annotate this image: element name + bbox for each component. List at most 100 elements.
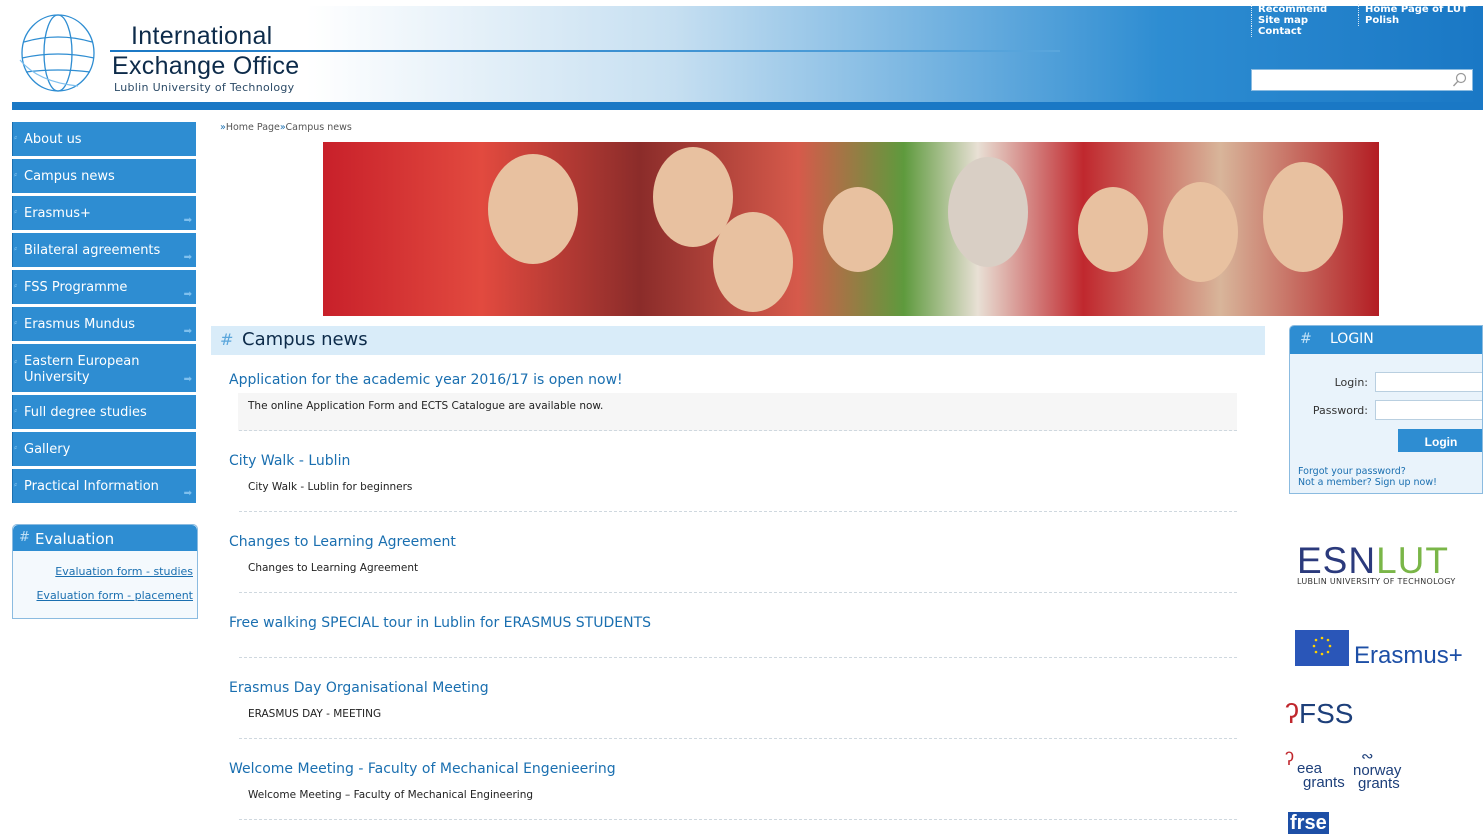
evaluation-title: Evaluation <box>35 530 115 548</box>
submenu-arrow-icon: ➡ <box>183 488 192 499</box>
nav-bullet-icon: ⸗ <box>14 443 17 453</box>
sidebar-item-label: About us <box>24 132 82 147</box>
login-header: # LOGIN <box>1290 326 1482 354</box>
news-divider <box>239 819 1237 820</box>
evaluation-header: # Evaluation <box>13 525 197 551</box>
sidebar-item-practical-information[interactable]: ⸗ Practical Information ➡ <box>12 469 196 503</box>
nav-bullet-icon: ⸗ <box>14 318 17 328</box>
submenu-arrow-icon: ➡ <box>183 289 192 300</box>
nav-bullet-icon: ⸗ <box>14 244 17 254</box>
signup-link[interactable]: Not a member? Sign up now! <box>1298 477 1437 488</box>
sidebar-item-bilateral-agreements[interactable]: ⸗ Bilateral agreements ➡ <box>12 233 196 267</box>
esn-lut-text: LUT <box>1376 540 1449 581</box>
news-item: Changes to Learning Agreement Changes to… <box>229 534 1237 593</box>
login-button[interactable]: Login <box>1398 429 1482 452</box>
news-title-link[interactable]: Erasmus Day Organisational Meeting <box>229 680 1237 696</box>
sidebar-item-label: Bilateral agreements <box>24 243 161 258</box>
news-title-link[interactable]: Welcome Meeting - Faculty of Mechanical … <box>229 761 1237 777</box>
banner-face <box>1078 187 1148 272</box>
sidebar-item-fss-programme[interactable]: ⸗ FSS Programme ➡ <box>12 270 196 304</box>
submenu-arrow-icon: ➡ <box>183 374 192 385</box>
site-title-line2[interactable]: Exchange Office <box>112 52 299 81</box>
erasmus-plus-logo[interactable]: Erasmus+ <box>1354 642 1463 670</box>
sidebar-item-label: FSS Programme <box>24 280 128 295</box>
norway-grants-text: grants <box>1358 775 1400 792</box>
news-description: ERASMUS DAY - MEETING <box>248 708 382 720</box>
nav-bullet-icon: ⸗ <box>14 480 17 490</box>
evaluation-placement-link[interactable]: Evaluation form - placement <box>13 589 197 602</box>
frse-logo[interactable]: frse <box>1288 812 1329 835</box>
sidebar-item-gallery[interactable]: ⸗ Gallery <box>12 432 196 466</box>
eea-mark-icon: ʔ <box>1285 749 1294 769</box>
header-bottom-bar <box>12 102 1483 110</box>
sidebar-item-full-degree-studies[interactable]: ⸗ Full degree studies <box>12 395 196 429</box>
login-links: Forgot your password? Not a member? Sign… <box>1298 466 1437 488</box>
sidebar-nav: ⸗ About us ⸗ Campus news ⸗ Erasmus+ ➡ ⸗ … <box>12 122 196 506</box>
sidebar-item-label: Full degree studies <box>24 405 147 420</box>
esn-subtitle: LUBLIN UNIVERSITY OF TECHNOLOGY <box>1297 577 1456 586</box>
news-description: City Walk - Lublin for beginners <box>248 481 413 493</box>
login-field[interactable] <box>1375 372 1482 392</box>
site-title-line1[interactable]: International <box>131 22 273 51</box>
banner-face <box>488 154 578 264</box>
frse-logo-text: frse <box>1288 812 1329 834</box>
eu-flag-icon[interactable] <box>1295 630 1349 666</box>
home-page-lut-link[interactable]: Home Page of LUT <box>1358 4 1468 15</box>
hash-icon: # <box>19 530 30 545</box>
login-title: LOGIN <box>1330 331 1374 347</box>
sidebar-item-campus-news[interactable]: ⸗ Campus news <box>12 159 196 193</box>
nav-bullet-icon: ⸗ <box>14 207 17 217</box>
hash-icon: # <box>220 330 234 349</box>
esn-logo-text: ESN <box>1297 540 1377 581</box>
news-title-link[interactable]: Changes to Learning Agreement <box>229 534 1237 550</box>
sidebar-item-label: Campus news <box>24 169 115 184</box>
banner-face <box>713 212 793 312</box>
news-title-link[interactable]: Application for the academic year 2016/1… <box>229 372 1237 388</box>
breadcrumb-current: Campus news <box>285 122 352 133</box>
news-item: Free walking SPECIAL tour in Lublin for … <box>229 615 1237 658</box>
polish-language-link[interactable]: Polish <box>1358 15 1468 26</box>
nav-bullet-icon: ⸗ <box>14 406 17 416</box>
fss-logo[interactable]: ʔFSS <box>1285 698 1353 730</box>
submenu-arrow-icon: ➡ <box>183 252 192 263</box>
eea-grants-text: grants <box>1303 774 1345 791</box>
news-title-link[interactable]: Free walking SPECIAL tour in Lublin for … <box>229 615 1237 631</box>
nav-bullet-icon: ⸗ <box>14 133 17 143</box>
login-panel: # LOGIN Login: Password: Login Forgot yo… <box>1289 325 1483 494</box>
site-map-link[interactable]: Site map <box>1251 15 1327 26</box>
banner-face <box>948 157 1028 267</box>
breadcrumb: »Home Page»Campus news <box>220 122 352 133</box>
password-field[interactable] <box>1375 400 1482 420</box>
evaluation-studies-link[interactable]: Evaluation form - studies <box>13 565 197 578</box>
sidebar-item-label: Erasmus Mundus <box>24 317 136 332</box>
news-item: Erasmus Day Organisational Meeting ERASM… <box>229 680 1237 739</box>
news-divider <box>239 430 1237 431</box>
news-divider <box>239 738 1237 739</box>
sidebar-item-label: Eastern European University <box>24 354 140 385</box>
submenu-arrow-icon: ➡ <box>183 215 192 226</box>
news-divider <box>239 511 1237 512</box>
news-title-link[interactable]: City Walk - Lublin <box>229 453 1237 469</box>
section-title: Campus news <box>242 329 368 350</box>
news-divider <box>239 657 1237 658</box>
breadcrumb-home-link[interactable]: Home Page <box>226 122 280 133</box>
contact-link[interactable]: Contact <box>1251 26 1327 37</box>
sidebar-item-erasmus-mundus[interactable]: ⸗ Erasmus Mundus ➡ <box>12 307 196 341</box>
hash-icon: # <box>1300 331 1312 347</box>
sidebar-item-label: Practical Information <box>24 479 159 494</box>
esn-lut-logo[interactable]: ESNLUT <box>1297 540 1449 582</box>
sidebar-item-label: Gallery <box>24 442 71 457</box>
forgot-password-link[interactable]: Forgot your password? <box>1298 466 1437 477</box>
news-description: Welcome Meeting – Faculty of Mechanical … <box>248 789 534 801</box>
recommend-link[interactable]: Recommend <box>1251 4 1327 15</box>
campus-news-header: # Campus news <box>211 326 1265 355</box>
search-icon[interactable] <box>1452 72 1468 88</box>
sidebar-item-about-us[interactable]: ⸗ About us <box>12 122 196 156</box>
search-input[interactable] <box>1251 69 1473 91</box>
sidebar-item-erasmus-plus[interactable]: ⸗ Erasmus+ ➡ <box>12 196 196 230</box>
sidebar-item-eastern-european-university[interactable]: ⸗ Eastern European University ➡ <box>12 344 196 392</box>
fss-mark-icon: ʔ <box>1285 698 1299 729</box>
globe-logo-icon <box>19 14 95 92</box>
evaluation-panel: # Evaluation Evaluation form - studies E… <box>12 524 198 619</box>
sidebar-item-label: Erasmus+ <box>24 206 91 221</box>
